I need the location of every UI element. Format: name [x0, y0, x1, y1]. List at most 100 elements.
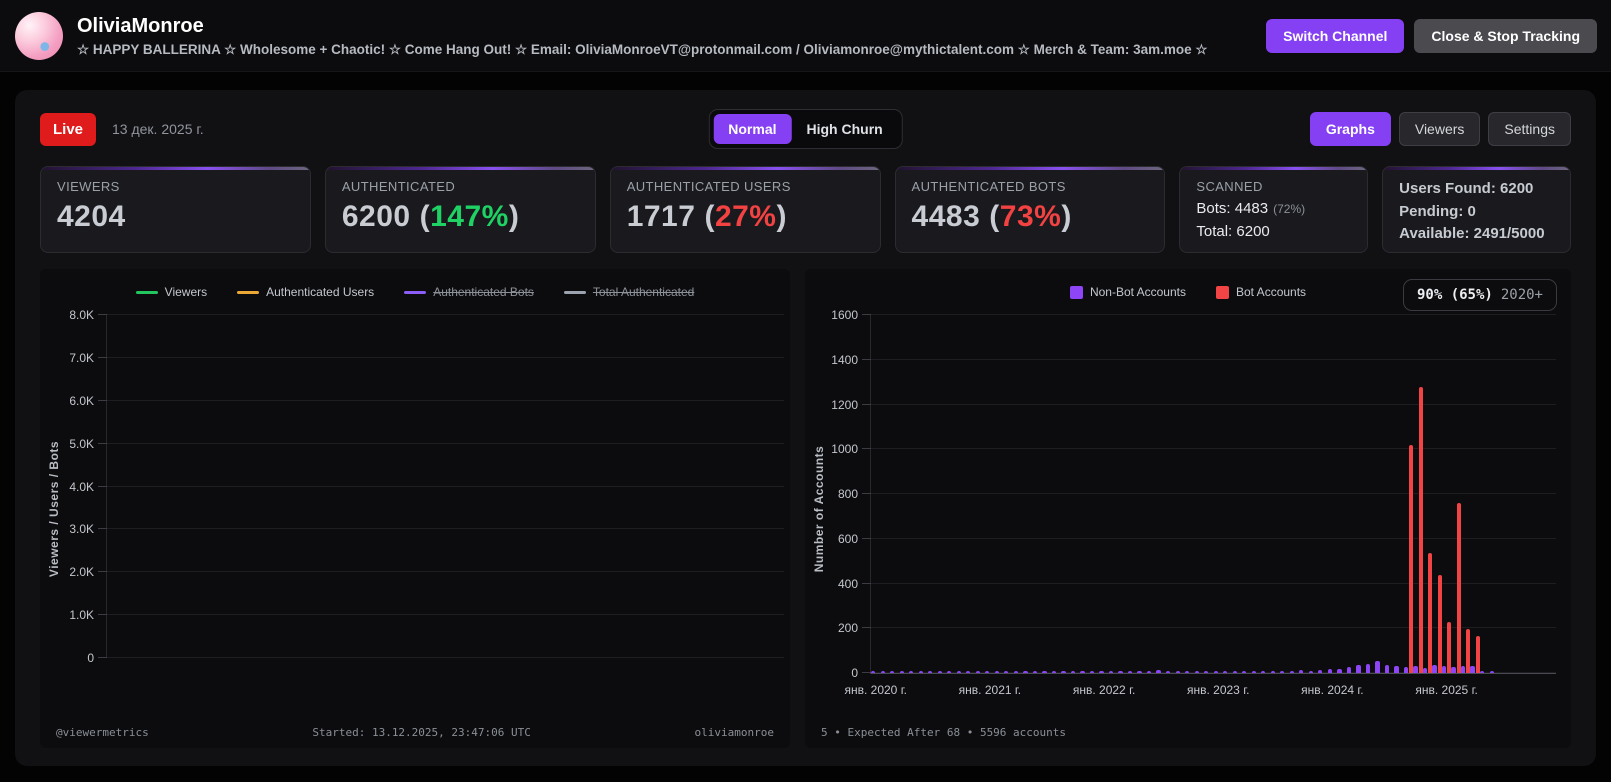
non-bot-accounts-bar	[1489, 671, 1494, 673]
scanned-total-line: Total: 6200	[1196, 223, 1270, 240]
y-tick-mark	[862, 314, 871, 315]
bar-group	[1194, 315, 1205, 673]
tab-graphs[interactable]: Graphs	[1309, 112, 1391, 146]
non-bot-accounts-bar	[1137, 671, 1142, 673]
mode-high-churn-button[interactable]: High Churn	[792, 114, 898, 144]
bar-group	[1213, 315, 1224, 673]
bar-group	[1061, 315, 1071, 673]
bar-group	[1289, 315, 1300, 673]
tab-viewers[interactable]: Viewers	[1398, 112, 1481, 146]
gridline	[107, 657, 784, 658]
bar-group	[1384, 315, 1395, 673]
gridline	[107, 356, 784, 358]
bar-group	[985, 315, 995, 673]
legend-swatch	[237, 290, 260, 294]
non-bot-accounts-bar	[1156, 670, 1161, 673]
stats-cards-row: VIEWERS 4204 AUTHENTICATED 6200 (147%) AU…	[40, 166, 1571, 253]
legend-swatch	[1216, 285, 1229, 299]
non-bot-accounts-bar	[871, 671, 876, 673]
bar-group	[918, 315, 929, 673]
legend-item[interactable]: Authenticated Bots	[404, 285, 534, 299]
y-tick-mark	[98, 571, 107, 573]
x-tick-label: янв. 2021 г.	[958, 683, 1022, 697]
non-bot-accounts-bar	[966, 671, 971, 673]
bar-group	[1185, 315, 1195, 673]
footer-started-timestamp: Started: 13.12.2025, 23:47:06 UTC	[312, 726, 531, 739]
y-tick-label: 8.0K	[69, 308, 94, 322]
y-tick-mark	[98, 528, 107, 530]
non-bot-accounts-bar	[1480, 671, 1485, 673]
bar-group	[1337, 315, 1347, 673]
bar-group	[1528, 315, 1538, 673]
non-bot-accounts-bar	[1299, 670, 1304, 673]
gridline	[107, 614, 784, 616]
bar-group	[1080, 315, 1090, 673]
non-bot-accounts-bar	[1118, 671, 1123, 673]
bar-group	[1280, 315, 1290, 673]
bar-group	[1146, 315, 1157, 673]
gridline	[107, 399, 784, 401]
legend-item[interactable]: Authenticated Users	[237, 285, 374, 299]
bar-group	[1365, 315, 1376, 673]
non-bot-accounts-bar	[890, 671, 895, 673]
non-bot-accounts-bar	[1204, 671, 1209, 673]
channel-avatar[interactable]	[15, 11, 63, 60]
bar-group	[1413, 315, 1423, 673]
non-bot-accounts-bar	[1413, 666, 1418, 673]
legend-item[interactable]: Bot Accounts	[1216, 285, 1306, 299]
available-line: Available: 2491/5000	[1399, 225, 1545, 242]
non-bot-accounts-bar	[1089, 671, 1095, 673]
switch-channel-button[interactable]: Switch Channel	[1266, 18, 1405, 53]
non-bot-accounts-bar	[880, 671, 885, 673]
stream-date: 13 дек. 2025 г.	[112, 121, 204, 137]
bar-group	[1070, 315, 1081, 673]
close-stop-tracking-button[interactable]: Close & Stop Tracking	[1414, 18, 1597, 53]
non-bot-accounts-bar	[1327, 669, 1332, 673]
card-label: AUTHENTICATED	[341, 179, 456, 194]
y-tick-label: 6.0K	[69, 393, 94, 408]
mode-normal-button[interactable]: Normal	[713, 114, 792, 144]
legend-item[interactable]: Viewers	[135, 285, 208, 299]
tab-settings[interactable]: Settings	[1488, 112, 1571, 146]
legend-item[interactable]: Total Authenticated	[563, 285, 694, 299]
gridline	[107, 442, 784, 444]
bot-ratio-badge: 90% (65%) 2020+	[1402, 279, 1557, 311]
legend-label: Viewers	[164, 285, 208, 299]
x-tick-label: янв. 2022 г.	[1072, 683, 1136, 697]
legend-swatch	[135, 290, 158, 294]
y-tick-label: 3.0K	[69, 522, 94, 537]
bar-group	[1032, 315, 1043, 673]
bar-group	[1042, 315, 1052, 673]
non-bot-accounts-bar	[1460, 665, 1466, 673]
scanned-bots-line: Bots: 4483 (72%)	[1196, 200, 1306, 217]
non-bot-accounts-bar	[1289, 671, 1294, 673]
y-tick-label: 600	[837, 531, 858, 546]
non-bot-accounts-bar	[1013, 671, 1018, 673]
y-tick-label: 1000	[831, 442, 858, 457]
non-bot-accounts-bar	[994, 671, 999, 673]
non-bot-accounts-bar	[956, 671, 961, 673]
non-bot-accounts-bar	[1127, 671, 1133, 673]
x-tick-label: янв. 2023 г.	[1186, 683, 1250, 697]
non-bot-accounts-bar	[918, 671, 923, 673]
charts-row: Viewers Authenticated Users Authenticated …	[40, 269, 1571, 748]
bar-group	[1356, 315, 1366, 673]
non-bot-accounts-bar	[1232, 671, 1237, 673]
bar-group	[928, 315, 938, 673]
y-tick-mark	[98, 442, 107, 444]
legend-item[interactable]: Non-Bot Accounts	[1069, 285, 1186, 299]
bar-group	[975, 315, 986, 673]
bar-chart-plot: 0 200 400 600 800 1000 1200 1400 1600 янв. 2020 г…	[831, 308, 1556, 697]
y-tick-label: 200	[837, 621, 858, 636]
non-bot-accounts-bar	[1146, 671, 1152, 673]
non-bot-accounts-bar	[1384, 664, 1390, 673]
bar-group	[899, 315, 910, 673]
line-chart-footer: @viewermetrics Started: 13.12.2025, 23:4…	[56, 726, 774, 739]
bar-group	[937, 315, 948, 673]
y-tick-mark	[862, 672, 871, 673]
card-value: 6200 (147%)	[341, 200, 520, 233]
bar-group	[1480, 315, 1490, 673]
card-label: AUTHENTICATED BOTS	[911, 179, 1066, 194]
card-value: 1717 (27%)	[626, 200, 787, 233]
bar-group	[1013, 315, 1024, 673]
